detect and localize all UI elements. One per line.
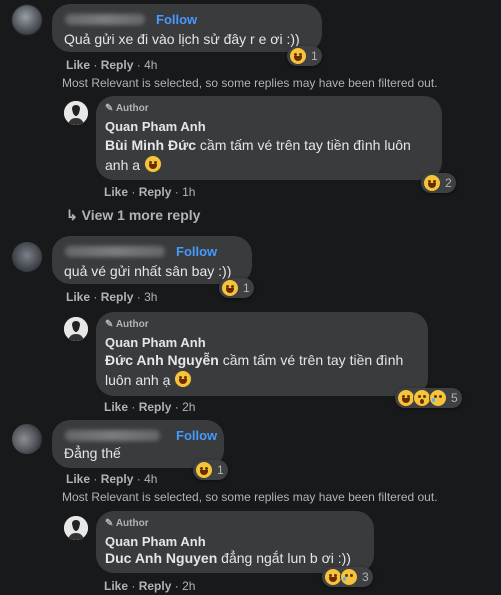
reply-text: Duc Anh Nguyen đẳng ngắt lun b ơi :)) xyxy=(105,550,351,566)
commenter-name-blurred[interactable] xyxy=(65,246,165,257)
reaction-count[interactable]: 2 xyxy=(421,173,456,193)
reply-actions: Like · Reply · 2h xyxy=(104,400,196,414)
reply-link[interactable]: Reply xyxy=(139,579,172,593)
author-badge: ✎ Author xyxy=(105,518,149,529)
grin-emoji-icon xyxy=(174,370,193,388)
comment-time[interactable]: 3h xyxy=(144,290,157,304)
reply-text: Đức Anh Nguyễn cầm tấm vé trên tay tiền … xyxy=(105,352,404,388)
view-more-replies-link[interactable]: ↳ View 1 more reply xyxy=(66,207,200,224)
haha-reaction-icon xyxy=(423,174,441,192)
haha-reaction-icon xyxy=(289,47,307,65)
mention-link[interactable]: Bùi Minh Đức xyxy=(105,137,196,153)
like-link[interactable]: Like xyxy=(104,579,128,593)
reply-author-name[interactable]: Quan Pham Anh xyxy=(105,117,206,137)
commenter-name-blurred[interactable] xyxy=(65,14,145,25)
reaction-count[interactable]: 3 xyxy=(322,567,373,587)
commenter-avatar[interactable] xyxy=(12,242,42,272)
reaction-count[interactable]: 1 xyxy=(219,278,254,298)
reaction-count[interactable]: 5 xyxy=(395,388,462,408)
reaction-count[interactable]: 1 xyxy=(287,46,322,66)
mention-link[interactable]: Duc Anh Nguyen xyxy=(105,550,217,566)
comment-text: Đẳng thế xyxy=(64,445,121,461)
mention-link[interactable]: Đức Anh Nguyễn xyxy=(105,352,219,368)
reply-actions: Like · Reply · 1h xyxy=(104,185,196,199)
author-badge: ✎ Author xyxy=(105,103,149,114)
reply-time[interactable]: 2h xyxy=(182,579,195,593)
comment-text: Quả gửi xe đi vào lịch sử đây r e ơi :)) xyxy=(64,31,300,47)
reply-text: Bùi Minh Đức cầm tấm vé trên tay tiền đì… xyxy=(105,137,411,173)
reply-time[interactable]: 1h xyxy=(182,185,195,199)
haha-reaction-icon xyxy=(195,461,213,479)
sad-reaction-icon xyxy=(340,568,358,586)
commenter-avatar[interactable] xyxy=(12,424,42,454)
commenter-avatar[interactable] xyxy=(12,5,42,35)
reply-link[interactable]: Reply xyxy=(101,58,134,72)
reply-time[interactable]: 2h xyxy=(182,400,195,414)
reply-link[interactable]: Reply xyxy=(139,400,172,414)
comment-text: quả vé gửi nhất sân bay :)) xyxy=(64,263,232,279)
avatar-photo-icon xyxy=(64,516,88,540)
comment-actions: Like · Reply · 4h xyxy=(66,58,158,72)
follow-button[interactable]: Follow xyxy=(176,244,217,259)
reply-link[interactable]: Reply xyxy=(101,472,134,486)
reply-actions: Like · Reply · 2h xyxy=(104,579,196,593)
follow-button[interactable]: Follow xyxy=(176,428,217,443)
author-avatar[interactable] xyxy=(64,516,88,540)
author-badge: ✎ Author xyxy=(105,319,149,330)
commenter-name-blurred[interactable] xyxy=(65,430,160,441)
sweat-smile-emoji-icon xyxy=(143,155,162,173)
author-avatar[interactable] xyxy=(64,317,88,341)
follow-button[interactable]: Follow xyxy=(156,12,197,27)
avatar-photo-icon xyxy=(64,101,88,125)
haha-reaction-icon xyxy=(221,279,239,297)
comment-time[interactable]: 4h xyxy=(144,58,157,72)
pencil-icon: ✎ xyxy=(105,103,114,114)
comment-time[interactable]: 4h xyxy=(144,472,157,486)
like-link[interactable]: Like xyxy=(66,290,90,304)
reply-link[interactable]: Reply xyxy=(101,290,134,304)
like-link[interactable]: Like xyxy=(104,185,128,199)
like-link[interactable]: Like xyxy=(66,472,90,486)
like-link[interactable]: Like xyxy=(104,400,128,414)
avatar-photo-icon xyxy=(64,317,88,341)
author-avatar[interactable] xyxy=(64,101,88,125)
pencil-icon: ✎ xyxy=(105,319,114,330)
reaction-count[interactable]: 1 xyxy=(193,460,228,480)
pencil-icon: ✎ xyxy=(105,518,114,529)
sad-reaction-icon xyxy=(429,389,447,407)
like-link[interactable]: Like xyxy=(66,58,90,72)
filter-note: Most Relevant is selected, so some repli… xyxy=(62,76,438,90)
filter-note: Most Relevant is selected, so some repli… xyxy=(62,490,438,504)
comment-actions: Like · Reply · 4h xyxy=(66,472,158,486)
reply-link[interactable]: Reply xyxy=(139,185,172,199)
reply-arrow-icon: ↳ xyxy=(66,207,78,223)
comment-actions: Like · Reply · 3h xyxy=(66,290,158,304)
